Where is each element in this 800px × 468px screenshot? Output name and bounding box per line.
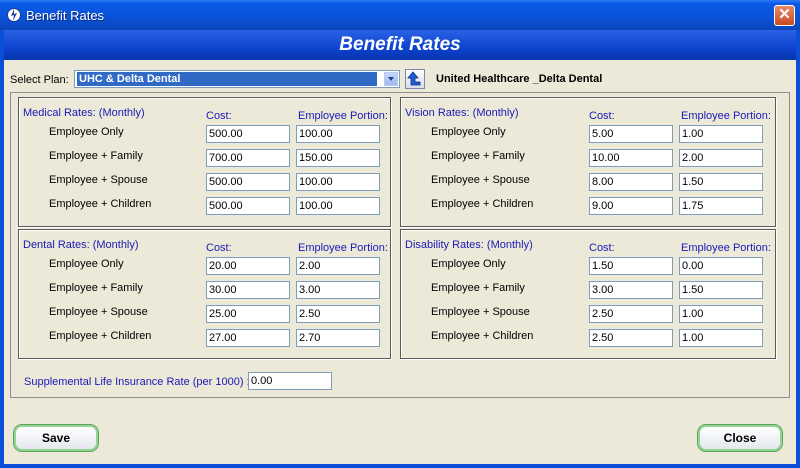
cost-field[interactable]: 700.00 [206, 149, 290, 167]
portion-field[interactable]: 0.00 [679, 257, 763, 275]
group-title: Vision Rates: (Monthly) [405, 107, 519, 119]
portion-field[interactable]: 2.00 [679, 149, 763, 167]
portion-field[interactable]: 100.00 [296, 173, 380, 191]
row-label: Employee + Family [431, 282, 525, 294]
row-label: Employee Only [431, 258, 506, 270]
row-label: Employee Only [49, 258, 124, 270]
row-label: Employee + Family [49, 282, 143, 294]
portion-field[interactable]: 100.00 [296, 197, 380, 215]
plan-dropdown-value: UHC & Delta Dental [77, 72, 377, 86]
chevron-down-icon[interactable] [384, 72, 398, 86]
cost-header: Cost: [589, 110, 615, 122]
cost-field[interactable]: 500.00 [206, 125, 290, 143]
row-label: Employee + Spouse [431, 174, 530, 186]
employee-portion-header: Employee Portion: [298, 242, 388, 254]
cost-field[interactable]: 500.00 [206, 197, 290, 215]
supplemental-life-field[interactable]: 0.00 [248, 372, 332, 390]
cost-field[interactable]: 10.00 [589, 149, 673, 167]
row-label: Employee + Children [49, 198, 152, 210]
plan-full-name: United Healthcare _Delta Dental [436, 73, 603, 85]
row-label: Employee + Children [49, 330, 152, 342]
cost-field[interactable]: 2.50 [589, 329, 673, 347]
portion-field[interactable]: 3.00 [296, 281, 380, 299]
portion-field[interactable]: 1.00 [679, 329, 763, 347]
cost-field[interactable]: 27.00 [206, 329, 290, 347]
close-window-button[interactable]: ✕ [774, 5, 795, 26]
portion-field[interactable]: 1.50 [679, 281, 763, 299]
cost-field[interactable]: 1.50 [589, 257, 673, 275]
dental-rates-group: Dental Rates: (Monthly) Cost: Employee P… [18, 229, 391, 359]
row-label: Employee + Spouse [431, 306, 530, 318]
up-arrow-icon [407, 71, 421, 86]
group-title: Medical Rates: (Monthly) [23, 107, 145, 119]
rates-panel: Medical Rates: (Monthly) Cost: Employee … [10, 92, 790, 398]
cost-field[interactable]: 5.00 [589, 125, 673, 143]
group-title: Disability Rates: (Monthly) [405, 239, 533, 251]
row-label: Employee + Family [49, 150, 143, 162]
save-button[interactable]: Save [14, 425, 98, 451]
row-label: Employee + Children [431, 330, 534, 342]
benefit-rates-window: Benefit Rates ✕ Benefit Rates Select Pla… [0, 0, 800, 468]
window-title: Benefit Rates [26, 8, 105, 23]
cost-field[interactable]: 8.00 [589, 173, 673, 191]
portion-field[interactable]: 1.50 [679, 173, 763, 191]
cost-field[interactable]: 25.00 [206, 305, 290, 323]
button-bar: Save Close [4, 398, 796, 464]
employee-portion-header: Employee Portion: [298, 110, 388, 122]
portion-field[interactable]: 100.00 [296, 125, 380, 143]
portion-field[interactable]: 1.75 [679, 197, 763, 215]
plan-selector-row: Select Plan: UHC & Delta Dental United H… [4, 68, 796, 92]
portion-field[interactable]: 2.70 [296, 329, 380, 347]
portion-field[interactable]: 2.00 [296, 257, 380, 275]
portion-field[interactable]: 2.50 [296, 305, 380, 323]
portion-field[interactable]: 150.00 [296, 149, 380, 167]
cost-field[interactable]: 2.50 [589, 305, 673, 323]
close-icon: ✕ [778, 6, 791, 23]
medical-rates-group: Medical Rates: (Monthly) Cost: Employee … [18, 97, 391, 227]
group-title: Dental Rates: (Monthly) [23, 239, 139, 251]
cost-header: Cost: [589, 242, 615, 254]
employee-portion-header: Employee Portion: [681, 110, 771, 122]
disability-rates-group: Disability Rates: (Monthly) Cost: Employ… [400, 229, 776, 359]
cost-field[interactable]: 9.00 [589, 197, 673, 215]
page-banner: Benefit Rates [4, 30, 796, 60]
vision-rates-group: Vision Rates: (Monthly) Cost: Employee P… [400, 97, 776, 227]
cost-field[interactable]: 20.00 [206, 257, 290, 275]
title-bar[interactable]: Benefit Rates ✕ [0, 0, 800, 30]
row-label: Employee + Spouse [49, 306, 148, 318]
plan-dropdown[interactable]: UHC & Delta Dental [74, 70, 400, 88]
plan-nav-button[interactable] [405, 69, 425, 89]
supplemental-life-label: Supplemental Life Insurance Rate (per 10… [24, 376, 250, 388]
cost-header: Cost: [206, 242, 232, 254]
row-label: Employee + Spouse [49, 174, 148, 186]
cost-header: Cost: [206, 110, 232, 122]
cost-field[interactable]: 30.00 [206, 281, 290, 299]
portion-field[interactable]: 1.00 [679, 305, 763, 323]
row-label: Employee Only [431, 126, 506, 138]
app-logo-icon [7, 8, 21, 22]
client-area: Benefit Rates Select Plan: UHC & Delta D… [4, 30, 796, 464]
cost-field[interactable]: 3.00 [589, 281, 673, 299]
close-button[interactable]: Close [698, 425, 782, 451]
row-label: Employee Only [49, 126, 124, 138]
select-plan-label: Select Plan: [10, 74, 69, 86]
employee-portion-header: Employee Portion: [681, 242, 771, 254]
portion-field[interactable]: 1.00 [679, 125, 763, 143]
row-label: Employee + Family [431, 150, 525, 162]
cost-field[interactable]: 500.00 [206, 173, 290, 191]
row-label: Employee + Children [431, 198, 534, 210]
